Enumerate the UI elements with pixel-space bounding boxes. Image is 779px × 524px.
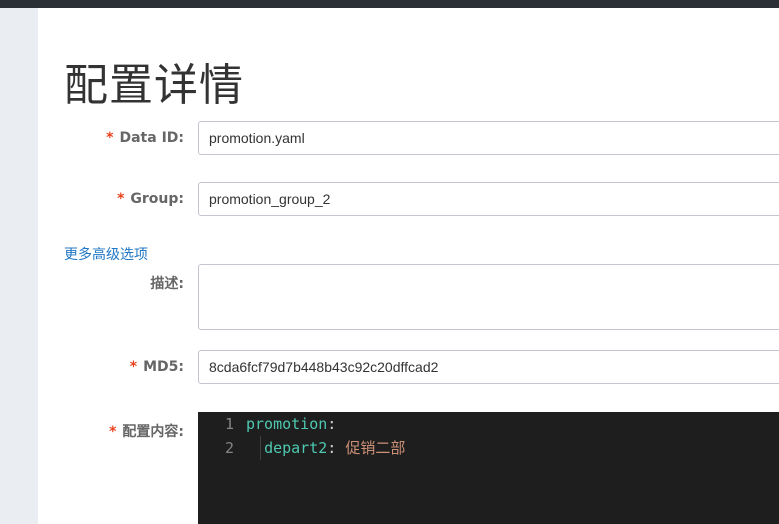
group-label-text: Group: — [130, 191, 184, 207]
indent-guide — [260, 436, 261, 460]
content-label: * 配置内容: — [109, 421, 184, 441]
line-number: 1 — [224, 415, 234, 433]
group-field[interactable]: promotion_group_2 — [198, 182, 779, 216]
md5-label: * MD5: — [130, 359, 184, 375]
editor-line: 2 depart2: 促销二部 — [198, 436, 405, 460]
config-content-editor[interactable]: 1 promotion: 2 depart2: 促销二部 — [198, 412, 779, 524]
left-nav-rail — [0, 8, 38, 524]
yaml-key: promotion — [246, 415, 328, 433]
content-label-text: 配置内容: — [122, 424, 184, 440]
yaml-value: 促销二部 — [345, 439, 406, 457]
editor-line: 1 promotion: — [198, 412, 336, 436]
data-id-label: * Data ID: — [106, 130, 184, 146]
yaml-colon: : — [327, 415, 337, 433]
md5-field[interactable]: 8cda6fcf79d7b448b43c92c20dffcad2 — [198, 350, 779, 384]
line-number: 2 — [224, 439, 234, 457]
required-mark: * — [117, 191, 125, 207]
required-mark: * — [109, 424, 117, 440]
more-advanced-options-link[interactable]: 更多高级选项 — [64, 244, 148, 264]
description-label: 描述: — [150, 276, 184, 292]
md5-label-text: MD5: — [143, 359, 184, 375]
yaml-colon: : — [327, 439, 337, 457]
data-id-label-text: Data ID: — [119, 130, 184, 146]
required-mark: * — [106, 130, 114, 146]
data-id-field[interactable]: promotion.yaml — [198, 121, 779, 155]
page-title: 配置详情 — [64, 60, 244, 111]
yaml-key: depart2 — [264, 439, 328, 457]
group-label: * Group: — [117, 191, 184, 207]
required-mark: * — [129, 359, 138, 375]
top-bar — [0, 0, 779, 8]
description-textarea[interactable] — [198, 264, 779, 330]
